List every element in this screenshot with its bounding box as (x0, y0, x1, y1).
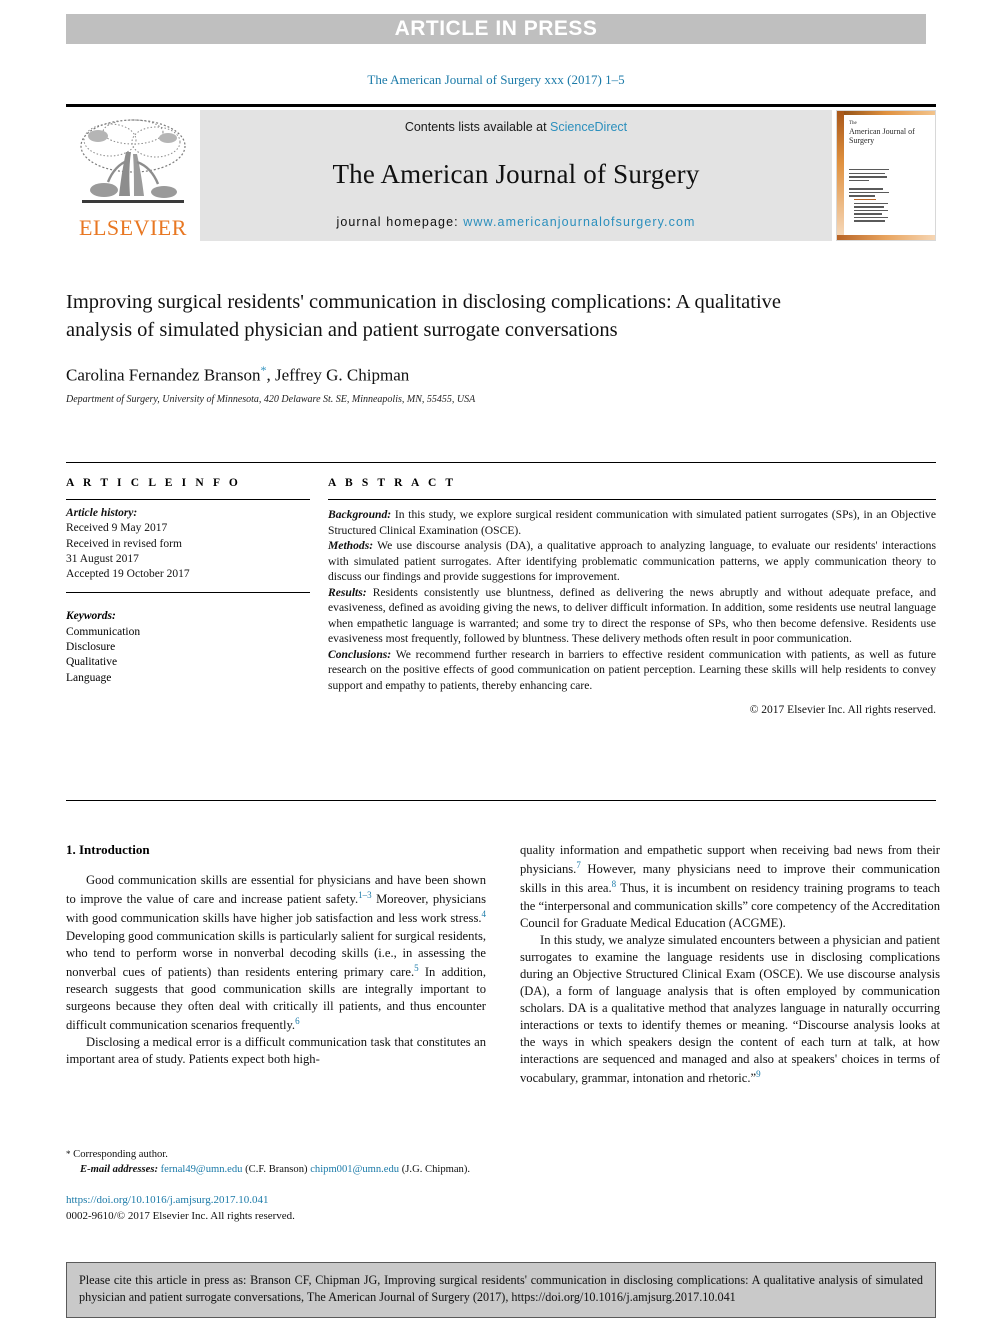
cover-title-main: American Journal of Surgery (849, 126, 915, 145)
author-list: Carolina Fernandez Branson*, Jeffrey G. … (66, 363, 846, 386)
article-info-column: A R T I C L E I N F O Article history: R… (66, 477, 328, 719)
page-title: Improving surgical residents' communicat… (66, 291, 782, 342)
cover-journal-title: The American Journal of Surgery (849, 121, 930, 145)
citation-reference[interactable]: 8 (612, 879, 617, 889)
abstract-copyright: © 2017 Elsevier Inc. All rights reserved… (749, 704, 936, 717)
citation-reference[interactable]: 1–3 (358, 890, 372, 900)
keywords-group: Keywords: Communication Disclosure Quali… (66, 603, 310, 685)
abstract-section-text: We use discourse analysis (DA), a qualit… (328, 539, 936, 584)
article-in-press-banner: ARTICLE IN PRESS (66, 14, 926, 44)
abstract-paragraph: Methods: We use discourse analysis (DA),… (328, 538, 936, 585)
cover-placeholder-text (849, 169, 927, 224)
email-addresses-label: E-mail addresses: (80, 1163, 158, 1175)
keywords-label: Keywords: (66, 610, 116, 623)
citation-reference[interactable]: 4 (482, 909, 487, 919)
abstract-section-label: Methods: (328, 539, 374, 553)
email-owner-branson: (C.F. Branson) (245, 1163, 308, 1175)
article-page: ARTICLE IN PRESS The American Journal of… (0, 0, 992, 1323)
abstract-paragraph: Conclusions: We recommend further resear… (328, 647, 936, 694)
journal-cover-thumbnail: The American Journal of Surgery (836, 110, 936, 241)
abstract-section-text: Residents consistently use bluntness, de… (328, 585, 936, 646)
doi-link[interactable]: https://doi.org/10.1016/j.amjsurg.2017.1… (66, 1193, 486, 1208)
cover-band-bottom (837, 235, 935, 240)
email-owner-chipman: (J.G. Chipman). (401, 1163, 471, 1175)
abstract-body: Background: In this study, we explore su… (328, 500, 936, 719)
abstract-section-text: In this study, we explore surgical resid… (328, 508, 936, 537)
journal-masthead: ELSEVIER Contents lists available at Sci… (66, 104, 936, 241)
cover-band-left (837, 111, 844, 240)
keyword-item: Communication (66, 625, 141, 638)
journal-homepage-label: journal homepage: (336, 215, 464, 229)
elsevier-tree-icon (74, 116, 192, 216)
footnote-block: * Corresponding author. E-mail addresses… (66, 1148, 486, 1224)
article-history-item: Received in revised form (66, 537, 182, 550)
abstract-heading: A B S T R A C T (328, 477, 457, 489)
author-first: Carolina Fernandez Branson (66, 365, 261, 385)
journal-reference-line: The American Journal of Surgery xxx (201… (367, 72, 625, 87)
corresponding-author-text: Corresponding author. (73, 1149, 168, 1160)
keyword-item: Qualitative (66, 656, 118, 669)
abstract-paragraph: Background: In this study, we explore su… (328, 507, 936, 538)
body-paragraph: Good communication skills are essential … (66, 873, 487, 1033)
doi-block: https://doi.org/10.1016/j.amjsurg.2017.1… (66, 1193, 486, 1224)
masthead-center-panel: Contents lists available at ScienceDirec… (200, 110, 832, 241)
title-block: Improving surgical residents' communicat… (66, 288, 846, 405)
abstract-bottom-rule (66, 800, 936, 801)
article-info-heading: A R T I C L E I N F O (66, 477, 241, 489)
asterisk-icon: * (66, 1149, 71, 1159)
corresponding-author-note: * Corresponding author. (66, 1148, 486, 1163)
elsevier-logo: ELSEVIER (66, 110, 200, 241)
abstract-section-label: Background: (328, 508, 392, 521)
body-column-left: 1. Introduction Good communication skill… (66, 842, 486, 1087)
body-paragraph: quality information and empathetic suppo… (520, 843, 940, 930)
abstract-paragraph: Results: Residents consistently use blun… (328, 585, 936, 647)
sciencedirect-link[interactable]: ScienceDirect (550, 120, 627, 134)
elsevier-wordmark: ELSEVIER (79, 215, 187, 240)
journal-homepage-url[interactable]: www.americanjournalofsurgery.com (463, 215, 695, 229)
body-paragraph: Disclosing a medical error is a difficul… (66, 1035, 486, 1067)
citation-reference[interactable]: 5 (414, 963, 419, 973)
issn-copyright-line: 0002-9610/© 2017 Elsevier Inc. All right… (66, 1209, 295, 1222)
journal-title: The American Journal of Surgery (332, 159, 700, 189)
article-history-item: Received 9 May 2017 (66, 522, 168, 535)
cover-band-top (837, 111, 935, 115)
citation-notice-box: Please cite this article in press as: Br… (66, 1262, 936, 1318)
email-addresses-line: E-mail addresses: fernal49@umn.edu (C.F.… (66, 1163, 486, 1178)
section-heading-introduction: 1. Introduction (66, 842, 150, 857)
citation-reference[interactable]: 6 (295, 1016, 300, 1026)
email-link-branson[interactable]: fernal49@umn.edu (161, 1164, 243, 1175)
email-link-chipman[interactable]: chipm001@umn.edu (310, 1164, 399, 1175)
contents-lists-line: Contents lists available at ScienceDirec… (405, 120, 627, 134)
article-in-press-label: ARTICLE IN PRESS (394, 17, 598, 40)
citation-reference[interactable]: 9 (756, 1069, 761, 1079)
author-affiliation: Department of Surgery, University of Min… (66, 394, 476, 406)
abstract-section-label: Conclusions: (328, 647, 392, 661)
info-abstract-section: A R T I C L E I N F O Article history: R… (66, 462, 936, 719)
keywords-rule (66, 592, 310, 594)
body-column-right: quality information and empathetic suppo… (520, 842, 940, 1087)
contents-lists-prefix: Contents lists available at (404, 120, 551, 134)
abstract-section-label: Results: (328, 585, 367, 599)
article-history-group: Article history: Received 9 May 2017 Rec… (66, 500, 310, 582)
body-paragraph: In this study, we analyze simulated enco… (520, 932, 940, 1086)
keyword-item: Language (66, 671, 112, 684)
article-history-label: Article history: (66, 507, 138, 519)
article-history-item: Accepted 19 October 2017 (66, 568, 190, 581)
author-second: , Jeffrey G. Chipman (266, 365, 410, 385)
body-columns: 1. Introduction Good communication skill… (66, 842, 940, 1087)
keyword-item: Disclosure (66, 640, 116, 653)
abstract-section-text: We recommend further research in barrier… (328, 647, 936, 692)
journal-homepage-line: journal homepage: www.americanjournalofs… (336, 215, 695, 229)
article-history-item: 31 August 2017 (66, 552, 139, 565)
citation-notice-text: Please cite this article in press as: Br… (79, 1273, 923, 1305)
abstract-column: A B S T R A C T Background: In this stud… (328, 477, 936, 719)
citation-reference[interactable]: 7 (576, 860, 581, 870)
